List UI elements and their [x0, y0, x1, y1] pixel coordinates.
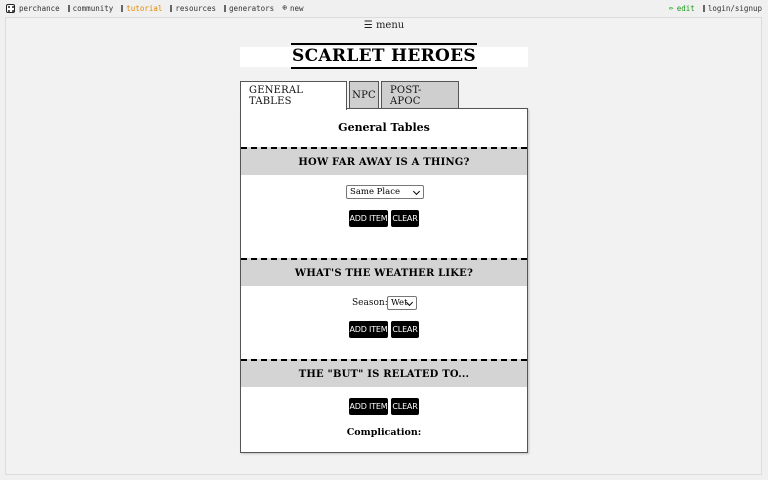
pencil-icon: ✏ [668, 3, 674, 12]
add-item-button-weather[interactable]: ADD ITEM [349, 321, 388, 338]
section-heading-weather: WHAT'S THE WEATHER LIKE? [241, 258, 527, 286]
nav-link-label: tutorial [126, 3, 163, 13]
bar-icon [224, 4, 227, 12]
nav-link-edit[interactable]: ✏ edit [669, 4, 695, 13]
chevron-down-icon [414, 189, 420, 195]
bar-icon [67, 4, 70, 12]
panel-title: General Tables [338, 121, 430, 134]
section-heading-but: THE "BUT" IS RELATED TO... [241, 359, 527, 387]
nav-link-login[interactable]: login/signup [702, 3, 762, 13]
hamburger-icon: ☰ [363, 20, 373, 31]
distance-select-value: Same Place [350, 187, 400, 197]
die-icon [6, 3, 15, 13]
nav-link-generators[interactable]: generators [224, 4, 274, 13]
nav-link-label: edit [676, 3, 695, 13]
plus-circle-icon: ⊕ [282, 3, 288, 12]
bar-icon [702, 4, 705, 12]
nav-link-community[interactable]: community [67, 3, 114, 13]
nav-link-label: login/signup [707, 3, 762, 13]
nav-right: ✏ edit login/signup [661, 4, 762, 13]
nav-link-label: new [290, 3, 304, 13]
nav-link-label: community [72, 3, 114, 13]
tab-bar: GENERAL TABLES NPC POST-APOC [240, 81, 461, 110]
tab-general-tables[interactable]: GENERAL TABLES [240, 81, 347, 110]
season-select-value: Wet [391, 298, 408, 308]
clear-button-but[interactable]: CLEAR [391, 398, 419, 415]
nav-link-perchance[interactable]: perchance [6, 3, 60, 13]
complication-label: Complication: [346, 427, 422, 438]
top-nav-bar: perchance community tutorial resources g… [0, 0, 768, 16]
menu-button[interactable]: ☰ menu [0, 20, 768, 31]
distance-select[interactable]: Same Place [346, 185, 424, 199]
nav-link-tutorial[interactable]: tutorial [121, 4, 162, 13]
menu-label: menu [375, 20, 405, 31]
add-item-button-distance[interactable]: ADD ITEM [349, 210, 388, 227]
section-heading-distance: HOW FAR AWAY IS A THING? [241, 147, 527, 175]
bar-icon [170, 4, 173, 12]
page-title-text: SCARLET HEROES [291, 43, 477, 69]
tab-post-apoc[interactable]: POST-APOC [381, 81, 459, 109]
page-title: SCARLET HEROES [240, 43, 528, 69]
nav-link-label: resources [175, 3, 217, 13]
season-label: Season: [352, 298, 388, 308]
clear-button-distance[interactable]: CLEAR [391, 210, 419, 227]
nav-link-label: generators [229, 3, 275, 13]
nav-left: perchance community tutorial resources g… [6, 3, 312, 13]
tab-npc[interactable]: NPC [349, 81, 379, 109]
nav-link-resources[interactable]: resources [170, 4, 216, 13]
clear-button-weather[interactable]: CLEAR [391, 321, 419, 338]
add-item-button-but[interactable]: ADD ITEM [349, 398, 388, 415]
season-select[interactable]: Wet [387, 296, 417, 310]
chevron-down-icon [407, 300, 413, 306]
nav-link-label: perchance [19, 3, 60, 13]
bar-icon [121, 4, 124, 12]
tables-panel: General Tables HOW FAR AWAY IS A THING? … [240, 108, 528, 453]
nav-link-new[interactable]: ⊕ new [282, 4, 303, 13]
